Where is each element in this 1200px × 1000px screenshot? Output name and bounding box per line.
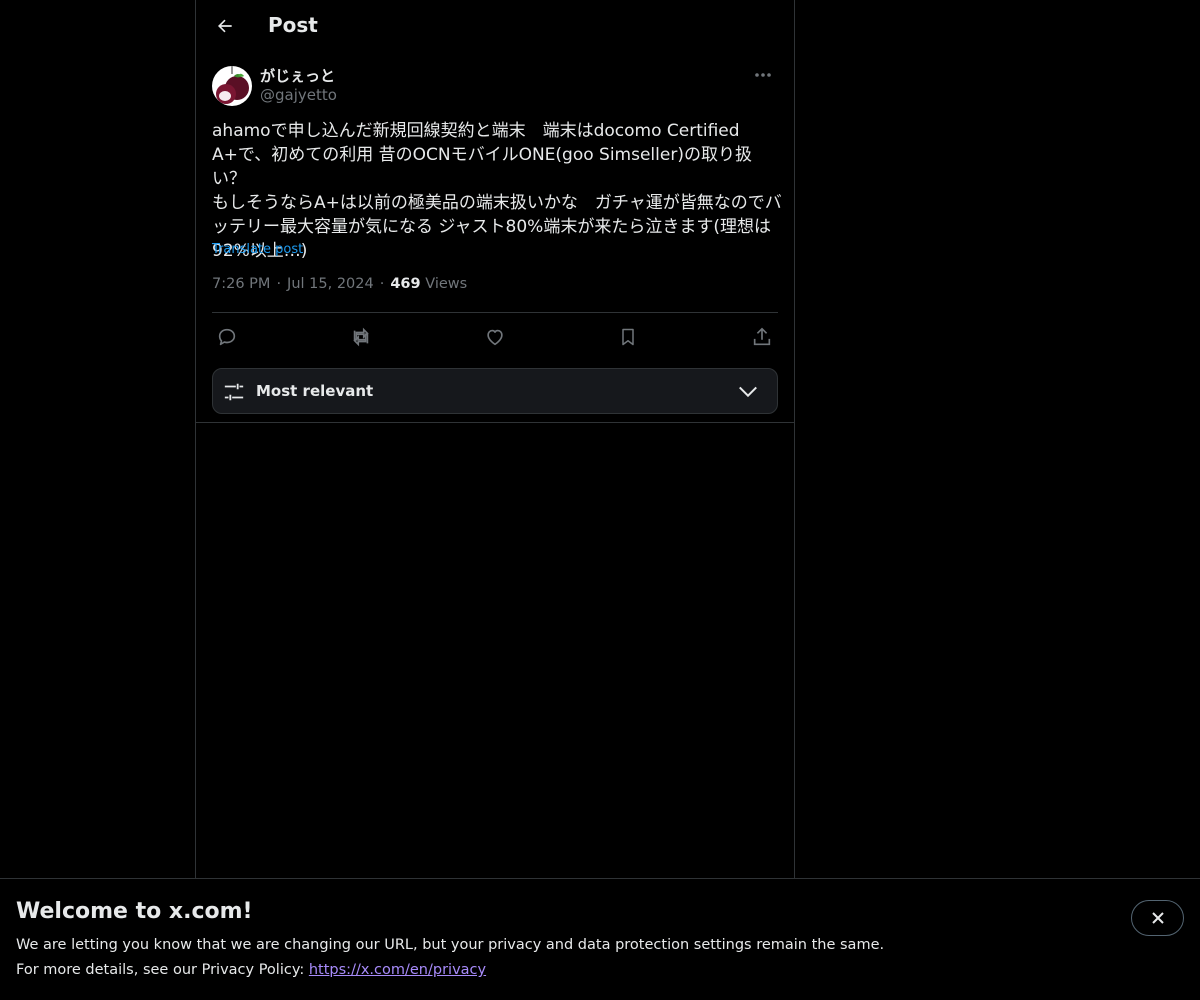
mangosteen-avatar-icon: [212, 66, 252, 106]
arrow-left-icon: [218, 19, 232, 33]
chevron-down-icon: [739, 386, 757, 398]
privacy-policy-link[interactable]: https://x.com/en/privacy: [309, 962, 486, 978]
more-options-button[interactable]: [748, 62, 778, 88]
post-date[interactable]: Jul 15, 2024: [287, 276, 374, 292]
post-time[interactable]: 7:26 PM: [212, 276, 270, 292]
meta-separator: ·: [379, 276, 385, 292]
post-actions: [212, 322, 778, 352]
share-icon: [753, 327, 771, 346]
author-handle[interactable]: @gajyetto: [260, 86, 337, 104]
reply-button[interactable]: [212, 322, 242, 352]
post-header: Post: [196, 0, 794, 53]
like-button[interactable]: [480, 322, 510, 352]
banner-message: We are letting you know that we are chan…: [16, 937, 885, 953]
main-column: Post がじぇっと @gajyetto ahamoで申し込んだ新規回線契約と端…: [195, 0, 795, 1000]
sliders-icon: [224, 383, 244, 401]
reply-icon: [218, 328, 236, 346]
back-button[interactable]: [208, 9, 242, 43]
views-count: 469: [390, 276, 421, 292]
meta-separator: ·: [276, 276, 282, 292]
close-banner-button[interactable]: [1131, 900, 1184, 936]
banner-privacy-text: For more details, see our Privacy Policy…: [16, 962, 309, 978]
more-horizontal-icon: [755, 73, 771, 77]
divider: [196, 422, 794, 423]
share-button[interactable]: [747, 322, 777, 352]
bookmark-icon: [622, 328, 634, 346]
post-meta: 7:26 PM · Jul 15, 2024 · 469 Views: [212, 276, 467, 292]
reply-sort-dropdown[interactable]: Most relevant: [212, 368, 778, 414]
page-title: Post: [268, 13, 318, 37]
post-author: がじぇっと @gajyetto: [212, 62, 778, 106]
divider: [212, 312, 778, 313]
bookmark-button[interactable]: [613, 322, 643, 352]
repost-button[interactable]: [346, 322, 376, 352]
banner-privacy-line: For more details, see our Privacy Policy…: [16, 962, 486, 978]
avatar[interactable]: [212, 66, 252, 106]
banner-title: Welcome to x.com!: [16, 899, 253, 924]
views-label: Views: [425, 276, 468, 292]
author-display-name[interactable]: がじぇっと: [260, 65, 335, 86]
sort-label: Most relevant: [256, 382, 374, 400]
url-change-banner: Welcome to x.com! We are letting you kno…: [0, 878, 1200, 1000]
close-icon: [1151, 912, 1164, 924]
repost-icon: [353, 327, 369, 347]
heart-icon: [487, 329, 503, 346]
translate-post-link[interactable]: Translate post: [212, 242, 303, 257]
